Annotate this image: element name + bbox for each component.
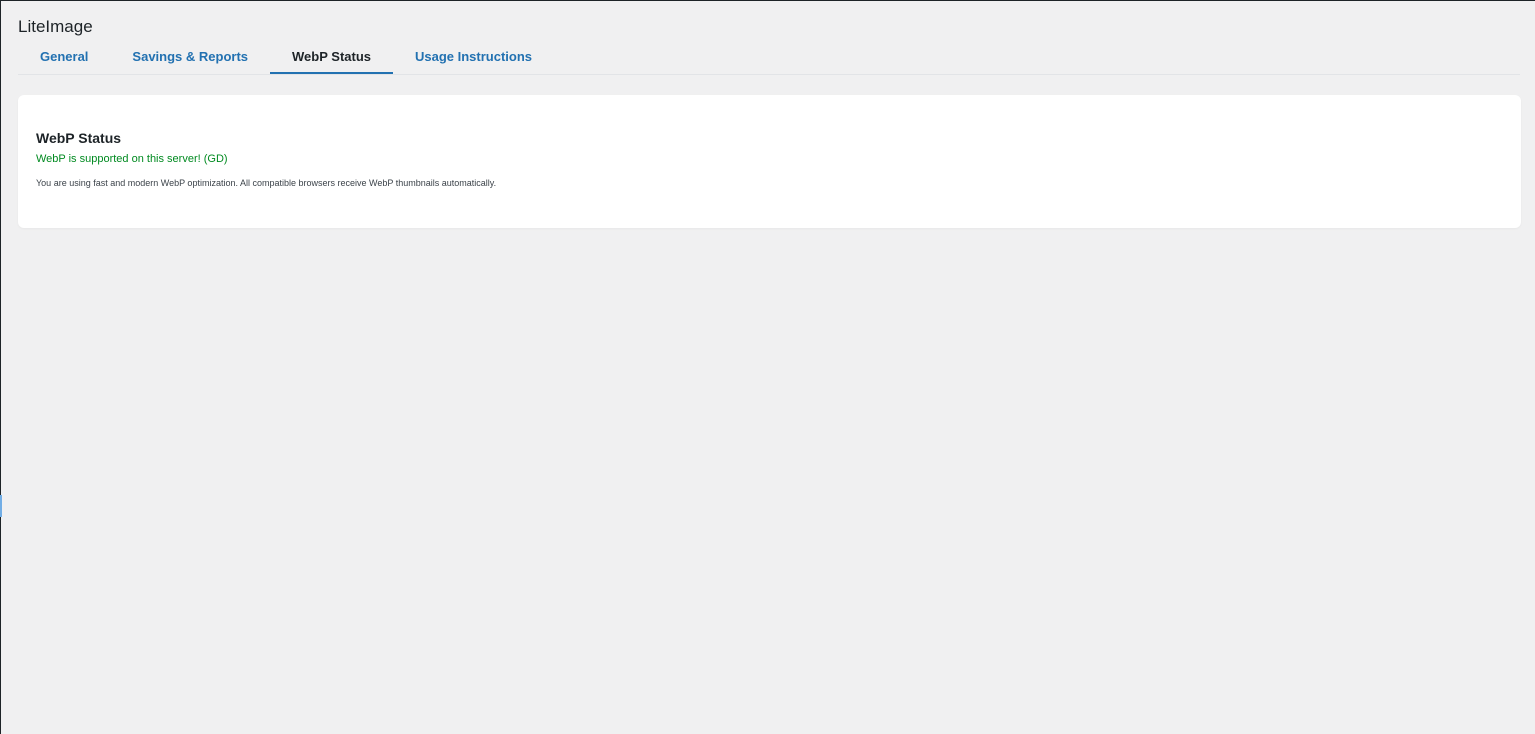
tab-bar: General Savings & Reports WebP Status Us… bbox=[18, 41, 1520, 75]
tab-usage-instructions[interactable]: Usage Instructions bbox=[393, 41, 554, 74]
left-edge-marker bbox=[0, 495, 2, 517]
webp-description: You are using fast and modern WebP optim… bbox=[36, 178, 497, 188]
webp-status-card: WebP Status WebP is supported on this se… bbox=[18, 95, 1521, 228]
card-title: WebP Status bbox=[36, 130, 122, 146]
page-title: LiteImage bbox=[18, 17, 93, 36]
tab-webp-status[interactable]: WebP Status bbox=[270, 41, 393, 74]
webp-support-status: WebP is supported on this server! (GD) bbox=[36, 153, 228, 165]
tab-savings-reports[interactable]: Savings & Reports bbox=[110, 41, 270, 74]
tab-general[interactable]: General bbox=[18, 41, 110, 74]
